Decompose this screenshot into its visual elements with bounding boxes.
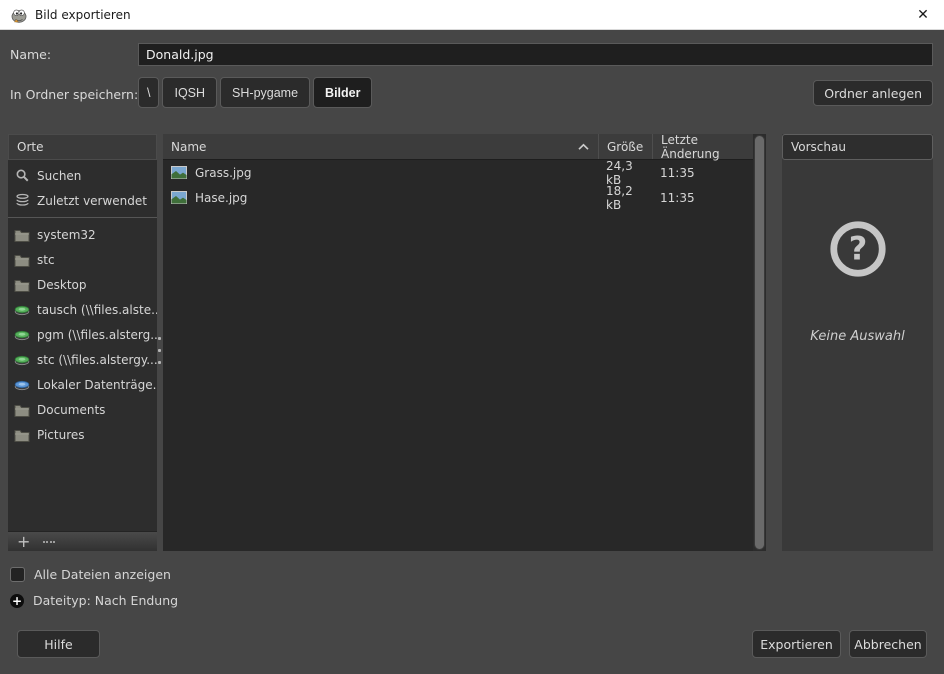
gimp-wilber-icon bbox=[10, 6, 28, 24]
breadcrumb: \ IQSH SH-pygame Bilder bbox=[138, 77, 372, 108]
image-file-icon bbox=[171, 191, 187, 204]
window-title: Bild exportieren bbox=[35, 8, 131, 22]
sidebar-item-label: Suchen bbox=[37, 169, 81, 183]
places-toolbar: + bbox=[8, 531, 157, 551]
sidebar-item-pictures[interactable]: Pictures bbox=[8, 422, 157, 447]
sidebar-item-stc[interactable]: stc bbox=[8, 247, 157, 272]
breadcrumb-sh-pygame-button[interactable]: SH-pygame bbox=[220, 77, 310, 108]
export-button[interactable]: Exportieren bbox=[752, 630, 841, 658]
sidebar-item-label: system32 bbox=[37, 228, 96, 242]
breadcrumb-iqsh-button[interactable]: IQSH bbox=[162, 77, 217, 108]
preview-header: Vorschau bbox=[782, 134, 933, 160]
search-icon bbox=[14, 168, 30, 184]
sidebar-item-desktop[interactable]: Desktop bbox=[8, 272, 157, 297]
sidebar-item-suchen[interactable]: Suchen bbox=[8, 163, 157, 188]
show-all-files-checkbox[interactable] bbox=[10, 567, 25, 582]
file-size: 24,3 kB bbox=[598, 159, 652, 187]
file-list-main: Name Größe Letzte Änderung bbox=[163, 134, 753, 551]
sidebar-item-label: stc bbox=[37, 253, 55, 267]
sidebar-item-pgm[interactable]: pgm (\\files.alsterg... bbox=[8, 322, 157, 347]
recent-icon bbox=[14, 193, 30, 209]
folder-icon bbox=[14, 402, 30, 418]
sidebar-item-system32[interactable]: system32 bbox=[8, 222, 157, 247]
file-modified: 11:35 bbox=[652, 191, 753, 205]
sidebar-item-stc-network[interactable]: stc (\\files.alstergy... bbox=[8, 347, 157, 372]
places-list: Suchen Zuletzt verwendet system32 bbox=[8, 160, 157, 531]
sidebar-item-label: Pictures bbox=[37, 428, 85, 442]
filetype-expander[interactable]: + Dateityp: Nach Endung bbox=[10, 593, 178, 608]
column-header-modified[interactable]: Letzte Änderung bbox=[652, 134, 753, 159]
network-drive-icon bbox=[14, 352, 30, 368]
filetype-label: Dateityp: Nach Endung bbox=[33, 593, 178, 608]
file-row-grass[interactable]: Grass.jpg 24,3 kB 11:35 bbox=[163, 160, 753, 185]
network-drive-icon bbox=[14, 327, 30, 343]
breadcrumb-bilder-button[interactable]: Bilder bbox=[313, 77, 372, 108]
sidebar-item-label: stc (\\files.alstergy... bbox=[37, 353, 157, 367]
breadcrumb-root-button[interactable]: \ bbox=[138, 77, 159, 108]
column-header-name[interactable]: Name bbox=[163, 134, 598, 159]
question-mark-icon: ? bbox=[827, 218, 889, 283]
file-modified: 11:35 bbox=[652, 166, 753, 180]
filename-input[interactable] bbox=[138, 43, 933, 66]
sidebar-separator bbox=[8, 217, 157, 218]
help-button[interactable]: Hilfe bbox=[17, 630, 100, 658]
close-icon[interactable]: ✕ bbox=[912, 4, 934, 26]
titlebar: Bild exportieren ✕ bbox=[0, 0, 944, 30]
places-panel: Orte Suchen bbox=[8, 134, 157, 551]
column-header-size[interactable]: Größe bbox=[598, 134, 652, 159]
places-header: Orte bbox=[8, 134, 157, 160]
folder-icon bbox=[14, 252, 30, 268]
scrollbar-thumb[interactable] bbox=[754, 135, 765, 550]
show-all-files-label: Alle Dateien anzeigen bbox=[34, 567, 171, 582]
sidebar-item-label: Documents bbox=[37, 403, 105, 417]
folder-icon bbox=[14, 427, 30, 443]
sort-ascending-icon bbox=[577, 143, 590, 151]
svg-text:?: ? bbox=[848, 230, 867, 268]
sidebar-item-label: Desktop bbox=[37, 278, 87, 292]
save-in-folder-label: In Ordner speichern: bbox=[10, 87, 138, 102]
remove-bookmark-button[interactable] bbox=[43, 541, 55, 543]
export-image-dialog: Bild exportieren ✕ Name: In Ordner speic… bbox=[0, 0, 944, 674]
name-label: Name: bbox=[10, 47, 51, 62]
expander-plus-icon[interactable]: + bbox=[10, 594, 24, 608]
create-folder-button[interactable]: Ordner anlegen bbox=[813, 80, 933, 106]
sidebar-item-lokaler-datentraeger[interactable]: Lokaler Datenträge... bbox=[8, 372, 157, 397]
file-list-header: Name Größe Letzte Änderung bbox=[163, 134, 753, 160]
folder-icon bbox=[14, 227, 30, 243]
file-row-hase[interactable]: Hase.jpg 18,2 kB 11:35 bbox=[163, 185, 753, 210]
file-name: Hase.jpg bbox=[195, 191, 247, 205]
folder-icon bbox=[14, 277, 30, 293]
sidebar-item-tausch[interactable]: tausch (\\files.alste... bbox=[8, 297, 157, 322]
sidebar-item-label: tausch (\\files.alste... bbox=[37, 303, 157, 317]
sidebar-item-zuletzt-verwendet[interactable]: Zuletzt verwendet bbox=[8, 188, 157, 213]
add-bookmark-button[interactable]: + bbox=[17, 535, 30, 549]
sidebar-item-documents[interactable]: Documents bbox=[8, 397, 157, 422]
preview-empty-text: Keine Auswahl bbox=[810, 329, 904, 344]
sidebar-item-label: pgm (\\files.alsterg... bbox=[37, 328, 157, 342]
preview-panel: Vorschau ? Keine Auswahl bbox=[782, 134, 933, 551]
network-drive-icon bbox=[14, 302, 30, 318]
file-size: 18,2 kB bbox=[598, 184, 652, 212]
sidebar-item-label: Lokaler Datenträge... bbox=[37, 378, 157, 392]
file-list: Name Größe Letzte Änderung bbox=[163, 134, 766, 551]
local-drive-icon bbox=[14, 377, 30, 393]
file-list-scrollbar[interactable] bbox=[753, 134, 766, 551]
pane-splitter[interactable] bbox=[157, 134, 162, 551]
show-all-files-option: Alle Dateien anzeigen bbox=[10, 567, 171, 582]
cancel-button[interactable]: Abbrechen bbox=[849, 630, 927, 658]
sidebar-item-label: Zuletzt verwendet bbox=[37, 194, 147, 208]
image-file-icon bbox=[171, 166, 187, 179]
file-name: Grass.jpg bbox=[195, 166, 251, 180]
